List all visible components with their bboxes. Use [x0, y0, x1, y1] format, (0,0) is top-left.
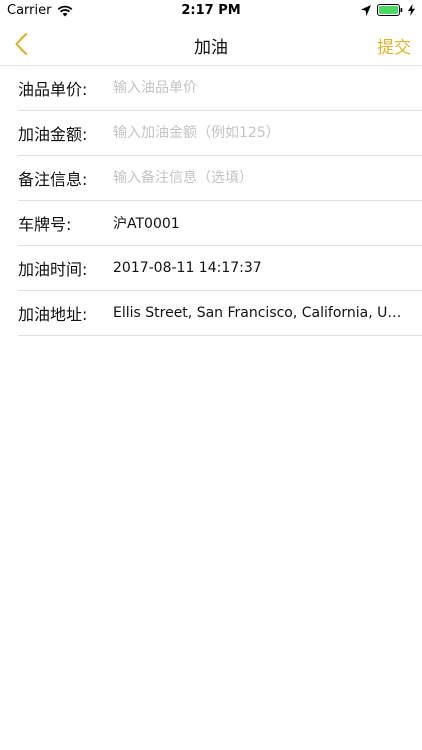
refuel-address-value: Ellis Street, San Francisco, California,… — [113, 305, 422, 321]
charging-icon — [408, 4, 415, 16]
form-row-remarks: 备注信息: — [18, 156, 422, 201]
unit-price-label: 油品单价: — [18, 80, 88, 99]
plate-value: 沪AT0001 — [113, 216, 180, 232]
refuel-address-label: 加油地址: — [18, 305, 88, 324]
remarks-label: 备注信息: — [18, 170, 88, 189]
amount-input[interactable] — [113, 125, 422, 141]
status-bar: Carrier 2:17 PM — [0, 0, 422, 22]
location-arrow-icon — [361, 4, 371, 16]
form-row-unit-price: 油品单价: — [18, 66, 422, 111]
form-row-address: 加油地址: Ellis Street, San Francisco, Calif… — [18, 291, 422, 336]
form-row-amount: 加油金额: — [18, 111, 422, 156]
battery-icon — [377, 4, 403, 16]
refuel-form: 油品单价: 加油金额: 备注信息: 车牌号: 沪AT0001 加油时间: 201… — [0, 66, 422, 336]
plate-label: 车牌号: — [18, 215, 72, 234]
refuel-time-value: 2017-08-11 14:17:37 — [113, 260, 262, 276]
form-row-plate: 车牌号: 沪AT0001 — [18, 201, 422, 246]
form-row-time: 加油时间: 2017-08-11 14:17:37 — [18, 246, 422, 291]
refuel-time-label: 加油时间: — [18, 260, 88, 279]
page-title: 加油 — [194, 38, 228, 58]
remarks-input[interactable] — [113, 170, 422, 186]
status-right — [361, 4, 415, 16]
unit-price-input[interactable] — [113, 80, 422, 96]
status-time: 2:17 PM — [181, 3, 241, 18]
navigation-bar: 加油 提交 — [0, 22, 422, 66]
submit-button[interactable]: 提交 — [377, 33, 411, 58]
amount-label: 加油金额: — [18, 125, 88, 144]
